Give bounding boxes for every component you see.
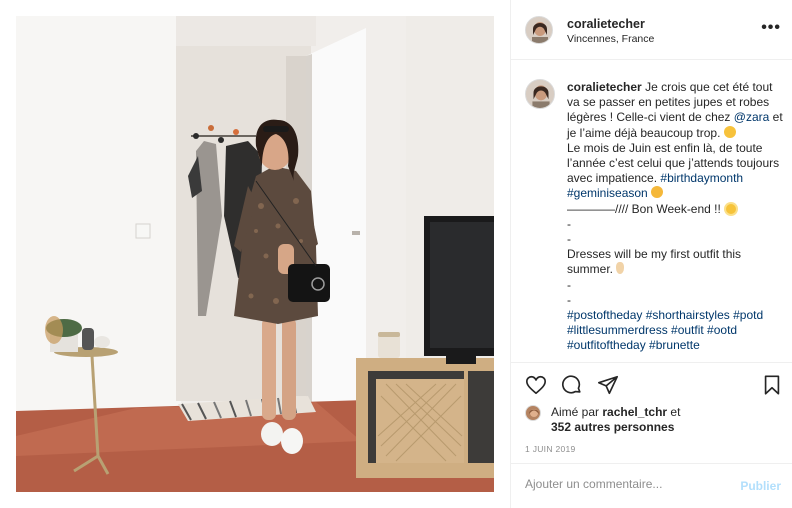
publish-button[interactable]: Publier [740,479,781,493]
comment-input[interactable] [525,477,725,491]
mention-link[interactable]: @zara [734,110,770,124]
share-icon[interactable] [597,374,619,396]
post-photo[interactable]: › [16,16,494,492]
post-actions-bar [511,372,792,398]
comment-icon[interactable] [561,374,583,396]
likes-text: Aimé par rachel_tchr et 352 autres perso… [551,405,785,435]
caption-line-3: ————//// Bon Week-end !! [567,201,721,216]
instagram-post: › coralietecher Vincennes, France ••• [0,0,792,508]
relieved-emoji-icon [651,186,664,199]
liker-avatar[interactable] [525,405,541,421]
caption-separator: - [567,292,571,307]
bookmark-icon[interactable] [761,374,783,396]
likes-and: et [670,405,681,419]
hashtags-list[interactable]: #postoftheday #shorthairstyles #potd #li… [567,308,787,354]
hashtag-link[interactable]: #birthdaymonth [660,171,743,185]
post-side-panel: coralietecher Vincennes, France ••• cora… [510,0,792,508]
post-date[interactable]: 1 JUIN 2019 [525,444,576,454]
post-location[interactable]: Vincennes, France [567,33,654,45]
more-options-icon[interactable]: ••• [761,20,781,36]
photo-illustration [16,16,494,492]
liker-username[interactable]: rachel_tchr [602,405,667,419]
pointing-hand-emoji-icon [616,262,625,275]
hashtag-link[interactable]: #geminiseason [567,186,648,200]
caption-avatar[interactable] [525,79,555,109]
caption-text: coralietecher Je crois que cet été tout … [567,80,787,354]
likes-prefix: Aimé par [551,405,600,419]
caption-separator: - [567,277,571,292]
other-likes-link[interactable]: 352 autres personnes [551,420,674,434]
post-header: coralietecher Vincennes, France ••• [511,0,792,60]
caption-separator: - [567,216,571,231]
caption-username[interactable]: coralietecher [567,80,642,94]
add-comment-bar: Publier [511,463,792,508]
sun-emoji-icon [726,203,737,214]
author-avatar[interactable] [525,16,553,44]
hugging-emoji-icon [723,125,736,138]
caption-line-4: Dresses will be my first outfit this sum… [567,247,742,277]
heart-icon[interactable] [525,374,547,396]
caption-separator: - [567,232,571,247]
author-username[interactable]: coralietecher [567,17,645,31]
caption-section: coralietecher Je crois que cet été tout … [511,61,792,363]
